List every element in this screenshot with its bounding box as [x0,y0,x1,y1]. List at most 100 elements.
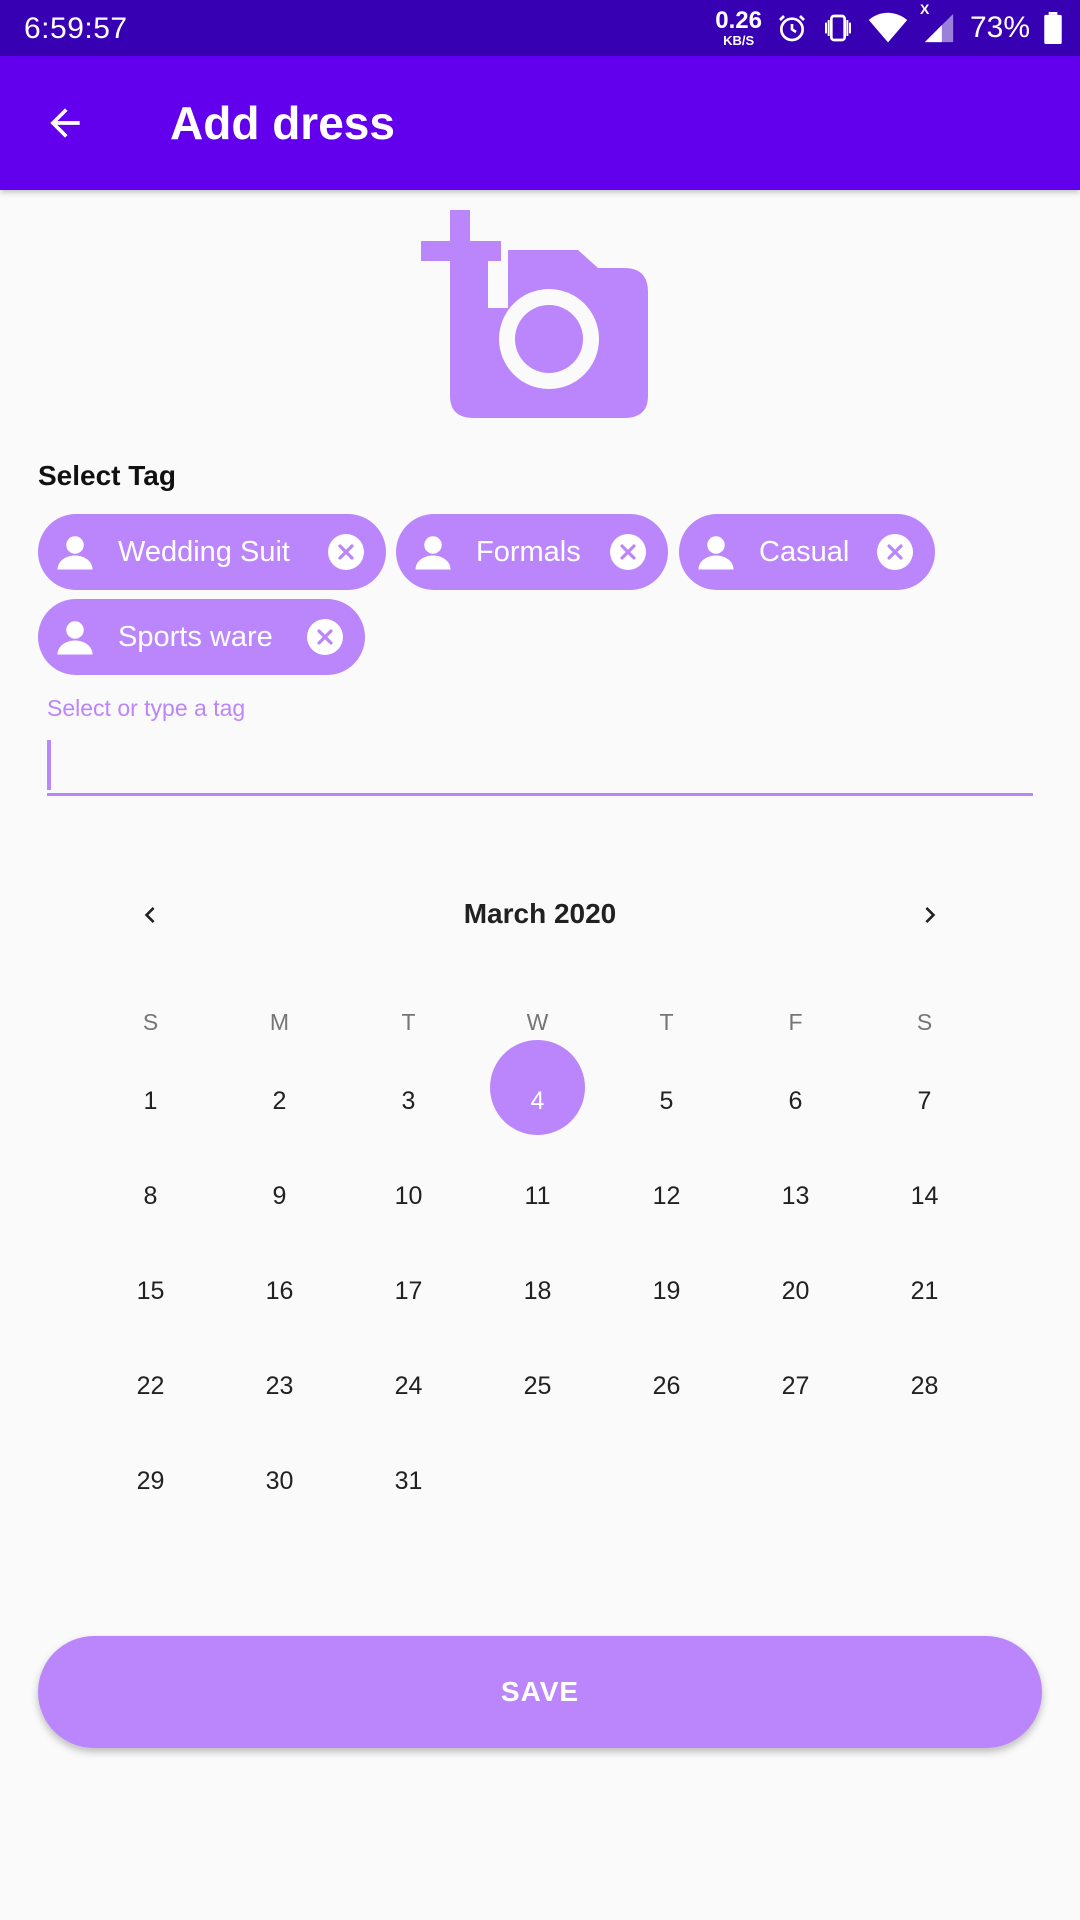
calendar-day[interactable]: 9 [215,1182,344,1211]
weekday-label: T [659,1008,674,1035]
calendar-day[interactable]: 15 [86,1277,215,1306]
calendar-day-number: 11 [524,1182,551,1210]
calendar-day[interactable]: 8 [86,1182,215,1211]
chip-remove-button[interactable] [877,534,913,570]
calendar-day[interactable]: 25 [473,1372,602,1401]
calendar-day[interactable]: 20 [731,1277,860,1306]
cell-signal-icon: X [920,1,956,45]
calendar-day[interactable]: 23 [215,1372,344,1401]
app-bar: Add dress [0,56,1080,190]
calendar-day-number: 27 [781,1372,810,1400]
chip-remove-button[interactable] [328,534,364,570]
save-button[interactable]: SAVE [38,1636,1042,1748]
calendar-header: March 2020 [0,880,1080,950]
vibrate-icon [824,14,851,42]
calendar-day-number: 1 [143,1087,158,1115]
add-photo-button[interactable] [418,206,652,420]
calendar-day-number: 12 [652,1182,681,1210]
calendar-day[interactable]: 6 [731,1087,860,1116]
next-month-button[interactable] [903,888,957,942]
calendar-day[interactable]: 30 [215,1467,344,1496]
chevron-right-icon [925,907,936,923]
calendar-day[interactable]: 10 [344,1182,473,1211]
calendar-day[interactable]: 19 [602,1277,731,1306]
close-icon [317,629,333,645]
tag-chip-wedding-suit[interactable]: Wedding Suit [38,514,386,590]
network-type-label: X [919,1,930,17]
calendar-day-number: 16 [265,1277,294,1305]
calendar-day[interactable]: 27 [731,1372,860,1401]
tag-input[interactable] [47,738,1033,796]
battery-percent: 73% [969,11,1030,44]
person-icon [57,621,93,655]
calendar-day-number: 21 [910,1277,939,1305]
person-icon [415,536,451,570]
calendar-week-row: 15 16 17 18 19 20 21 [86,1244,989,1339]
chip-remove-button[interactable] [307,619,343,655]
calendar-day-number: 17 [394,1277,423,1305]
calendar-day-number: 9 [272,1182,287,1210]
calendar-day[interactable]: 17 [344,1277,473,1306]
weekday-label: T [401,1008,416,1035]
wifi-icon [868,12,908,43]
select-tag-label: Select Tag [38,460,176,491]
weekday-label: M [269,1008,290,1035]
status-icons: 0.26 KB/S X 73% [715,0,1062,56]
calendar-day-number: 29 [136,1467,165,1495]
calendar-week-row: 1 2 3 4 5 6 7 [86,1040,989,1149]
chip-label: Casual [759,535,850,568]
calendar-day[interactable]: 22 [86,1372,215,1401]
calendar-day-number: 23 [265,1372,294,1400]
calendar-day[interactable]: 26 [602,1372,731,1401]
calendar-day[interactable]: 2 [215,1087,344,1116]
calendar-day[interactable]: 1 [86,1087,215,1116]
calendar-day-number: 6 [788,1087,803,1115]
calendar-day[interactable]: 12 [602,1182,731,1211]
tag-chip-formals[interactable]: Formals [396,514,668,590]
weekday-label: S [142,1008,159,1035]
status-bar: 6:59:57 0.26 KB/S X 73% [0,0,1080,56]
weekday-label: W [526,1008,549,1035]
calendar-day[interactable]: 24 [344,1372,473,1401]
calendar-day-number: 7 [917,1087,932,1115]
calendar-day-number: 28 [910,1372,939,1400]
calendar-day-number: 8 [143,1182,158,1210]
weekday-label: F [788,1008,803,1035]
calendar-day-number: 10 [394,1182,423,1210]
calendar-day-number: 22 [136,1372,165,1400]
person-icon [698,536,734,570]
calendar-day-number: 2 [272,1087,287,1115]
network-speed-value: 0.26 [715,7,762,34]
calendar-day-number: 20 [781,1277,810,1305]
calendar-day[interactable]: 7 [860,1087,989,1116]
calendar-day[interactable]: 18 [473,1277,602,1306]
calendar-week-row: 8 9 10 11 12 13 14 [86,1149,989,1244]
page-title: Add dress [170,97,395,149]
calendar-day[interactable]: 11 [473,1182,602,1211]
calendar-day[interactable]: 5 [602,1087,731,1116]
back-button[interactable] [34,92,96,154]
calendar-day-number: 3 [401,1087,416,1115]
calendar-day-number: 30 [265,1467,294,1495]
close-icon [338,544,354,560]
tag-chip-sports-ware[interactable]: Sports ware [38,599,365,675]
calendar-day-number: 13 [781,1182,810,1210]
calendar-day[interactable]: 13 [731,1182,860,1211]
calendar-day-selected[interactable]: 4 [473,1040,602,1135]
text-caret [47,740,51,790]
calendar-day-number: 14 [910,1182,939,1210]
calendar-day[interactable]: 21 [860,1277,989,1306]
calendar-day[interactable]: 16 [215,1277,344,1306]
calendar-day-number: 4 [530,1087,545,1115]
network-speed-unit: KB/S [723,33,755,48]
calendar-day[interactable]: 28 [860,1372,989,1401]
calendar-day[interactable]: 31 [344,1467,473,1496]
calendar-day[interactable]: 14 [860,1182,989,1211]
calendar-day[interactable]: 29 [86,1467,215,1496]
calendar-day-number: 15 [136,1277,165,1305]
calendar-day[interactable]: 3 [344,1087,473,1116]
chip-label: Sports ware [118,620,273,653]
calendar-day-number: 31 [394,1467,423,1495]
tag-chip-casual[interactable]: Casual [679,514,935,590]
chip-remove-button[interactable] [610,534,646,570]
